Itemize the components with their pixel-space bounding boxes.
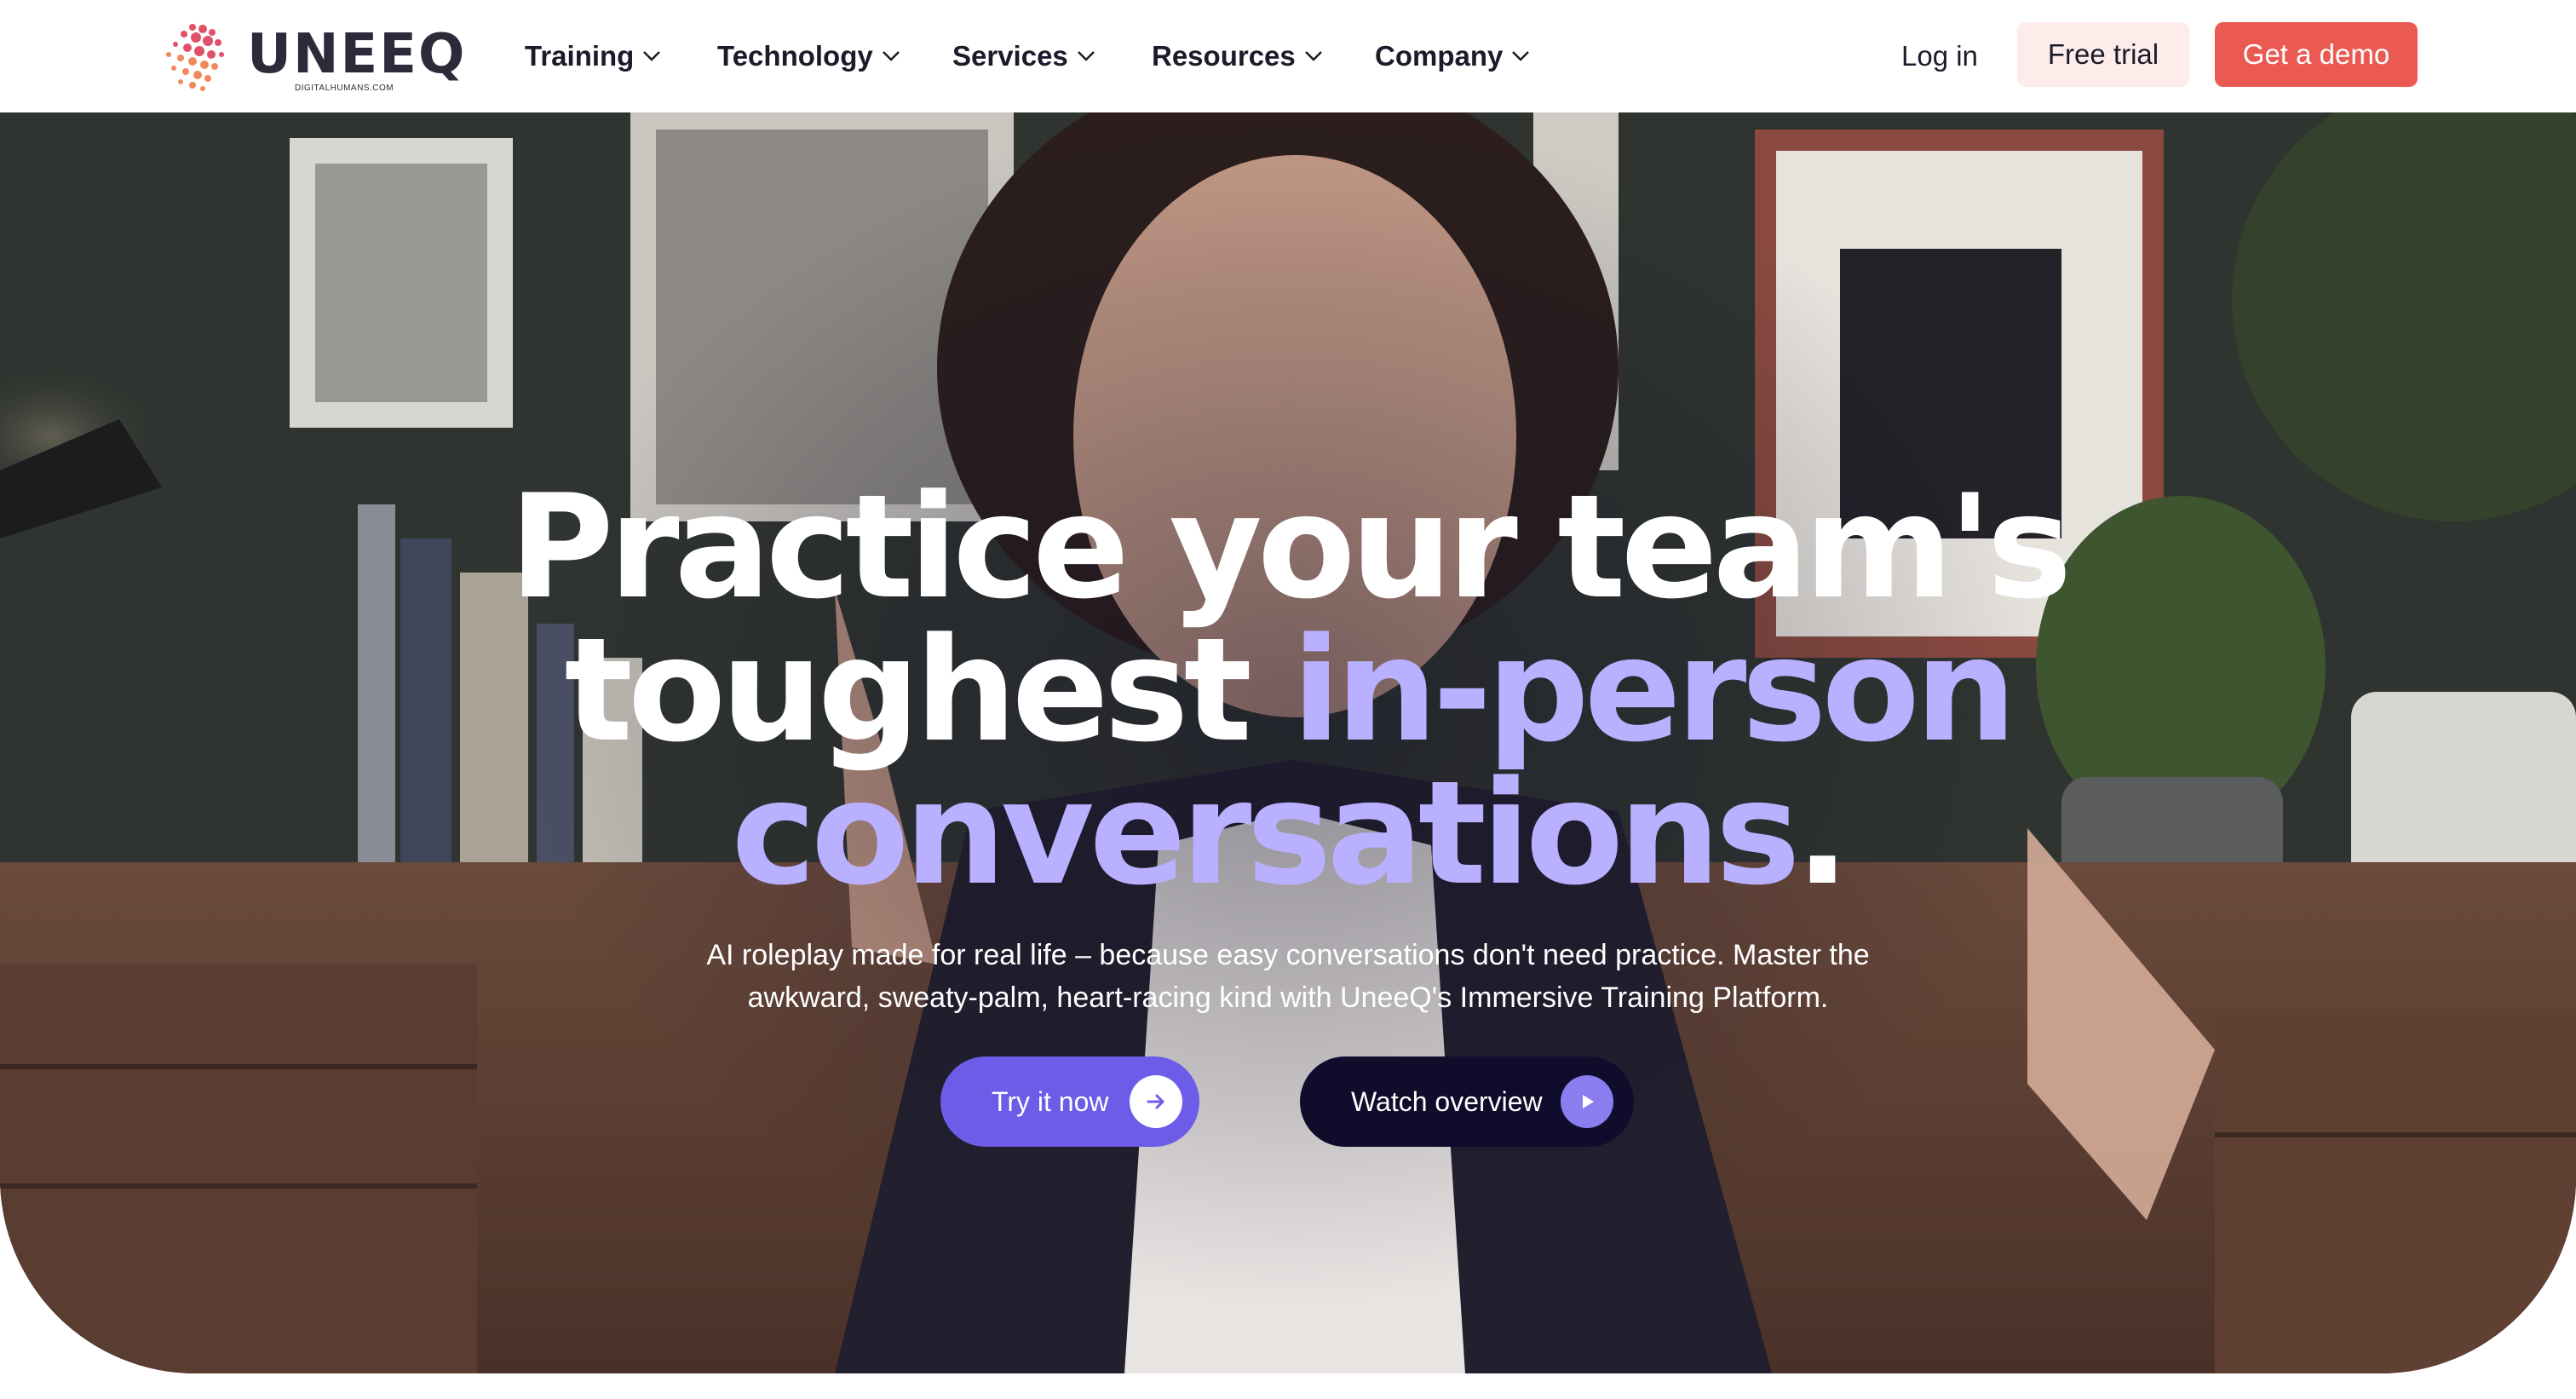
- headline-line-1: Practice your team's: [509, 463, 2073, 630]
- chevron-down-icon: [882, 51, 900, 61]
- try-it-now-button[interactable]: Try it now: [940, 1056, 1199, 1147]
- watch-overview-button[interactable]: Watch overview: [1300, 1056, 1634, 1147]
- nav-item-label: Resources: [1152, 40, 1296, 72]
- nav-item-label: Company: [1375, 40, 1504, 72]
- try-it-now-label: Try it now: [992, 1085, 1109, 1117]
- play-icon: [1561, 1075, 1613, 1128]
- logo-tagline: DIGITALHUMANS.COM: [295, 83, 394, 93]
- logo-dots-icon: [166, 24, 224, 91]
- nav-item-services[interactable]: Services: [952, 37, 1095, 75]
- login-link[interactable]: Log in: [1901, 37, 1978, 75]
- uneeq-logo[interactable]: UNEEQ DIGITALHUMANS.COM: [158, 20, 464, 93]
- nav-item-technology[interactable]: Technology: [717, 37, 900, 75]
- hero-headline: Practice your team's toughest in-person …: [436, 475, 2140, 905]
- logo-wordmark: UNEEQ: [247, 23, 467, 86]
- chevron-down-icon: [1304, 51, 1322, 61]
- watch-overview-label: Watch overview: [1351, 1085, 1543, 1117]
- hero-section: Practice your team's toughest in-person …: [0, 112, 2576, 1373]
- nav-item-label: Training: [525, 40, 635, 72]
- chevron-down-icon: [1512, 51, 1530, 61]
- chevron-down-icon: [643, 51, 661, 61]
- hero-subtext: AI roleplay made for real life – because…: [706, 939, 1870, 1014]
- nav-item-training[interactable]: Training: [525, 37, 661, 75]
- get-demo-button[interactable]: Get a demo: [2215, 22, 2418, 87]
- nav-item-label: Services: [952, 40, 1068, 72]
- headline-line-3-accent: conversations: [731, 750, 1800, 917]
- nav-item-resources[interactable]: Resources: [1152, 37, 1323, 75]
- nav-item-company[interactable]: Company: [1375, 37, 1530, 75]
- headline-line-2-plain: toughest: [564, 607, 1252, 774]
- top-navigation: UNEEQ DIGITALHUMANS.COM Training Technol…: [0, 0, 2576, 112]
- headline-line-3-plain: .: [1795, 750, 1850, 917]
- free-trial-button[interactable]: Free trial: [2017, 22, 2189, 87]
- chevron-down-icon: [1077, 51, 1095, 61]
- headline-line-2-accent: in-person: [1291, 607, 2016, 774]
- arrow-right-icon: [1130, 1075, 1182, 1128]
- nav-item-label: Technology: [717, 40, 873, 72]
